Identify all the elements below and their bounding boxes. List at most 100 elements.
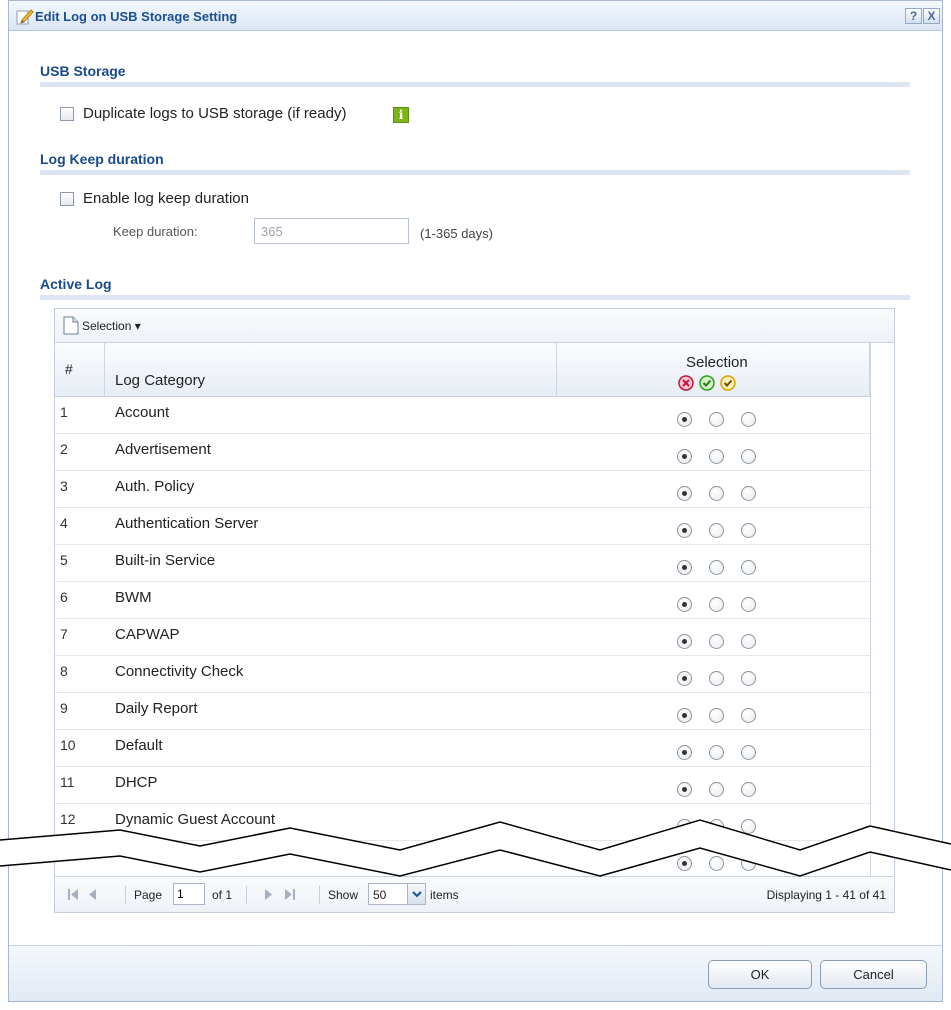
table-toolbar: Selection ▾: [55, 309, 894, 343]
table-row: 2 Advertisement: [55, 434, 870, 471]
log-keep-header: Log Keep duration: [40, 151, 164, 167]
keep-duration-input[interactable]: [254, 218, 409, 244]
enable-debug-log-radio[interactable]: [741, 523, 756, 538]
keep-duration-hint: (1-365 days): [420, 226, 493, 241]
pager-separator: [125, 886, 126, 904]
enable-normal-log-radio[interactable]: [709, 597, 724, 612]
page-size-value: 50: [373, 888, 387, 902]
enable-debug-log-radio[interactable]: [741, 856, 756, 871]
disable-log-radio[interactable]: [677, 856, 692, 871]
chevron-down-icon[interactable]: [407, 884, 425, 904]
active-log-header: Active Log: [40, 276, 112, 292]
enable-log-keep-label: Enable log keep duration: [83, 190, 249, 207]
column-separator: [556, 343, 557, 396]
displaying-count: Displaying 1 - 41 of 41: [766, 888, 886, 902]
enable-debug-log-radio[interactable]: [741, 486, 756, 501]
row-number: 3: [60, 478, 68, 494]
table-row: 5 Built-in Service: [55, 545, 870, 582]
disable-log-radio[interactable]: [677, 634, 692, 649]
table-row: 7 CAPWAP: [55, 619, 870, 656]
enable-log-keep-checkbox[interactable]: [60, 192, 74, 206]
enable-debug-log-radio[interactable]: [741, 634, 756, 649]
page-size-select[interactable]: 50: [368, 883, 426, 905]
column-separator: [104, 343, 105, 396]
next-page-icon[interactable]: [262, 888, 274, 901]
ok-button[interactable]: OK: [708, 960, 812, 989]
disable-log-radio[interactable]: [677, 560, 692, 575]
page-label: Page: [134, 888, 163, 902]
enable-normal-log-radio[interactable]: [709, 782, 724, 797]
disable-log-radio[interactable]: [677, 412, 692, 427]
enable-debug-log-radio[interactable]: [741, 782, 756, 797]
last-page-icon[interactable]: [284, 888, 296, 901]
enable-normal-log-icon[interactable]: [699, 375, 715, 391]
column-header-selection: Selection: [686, 354, 748, 371]
row-log-category: Default: [115, 737, 163, 754]
edit-pencil-icon: [16, 9, 34, 25]
enable-debug-log-radio[interactable]: [741, 671, 756, 686]
row-number: 7: [60, 626, 68, 642]
disable-log-radio[interactable]: [677, 449, 692, 464]
table-row: 12 Dynamic Guest Account: [55, 804, 870, 841]
info-icon[interactable]: i: [393, 107, 409, 123]
table-row-partial: [55, 841, 870, 878]
enable-debug-log-radio[interactable]: [741, 449, 756, 464]
enable-normal-log-radio[interactable]: [709, 745, 724, 760]
edit-log-usb-storage-dialog: Edit Log on USB Storage Setting ? X USB …: [8, 0, 943, 1002]
enable-normal-log-radio[interactable]: [709, 856, 724, 871]
disable-log-radio[interactable]: [677, 523, 692, 538]
row-log-category: Built-in Service: [115, 552, 216, 569]
active-log-table: Selection ▾ # Log Category Selection 1 A…: [54, 308, 895, 913]
row-log-category: Auth. Policy: [115, 478, 195, 495]
disable-log-icon[interactable]: [678, 375, 694, 391]
previous-page-icon[interactable]: [87, 888, 99, 901]
enable-debug-log-radio[interactable]: [741, 560, 756, 575]
row-log-category: Connectivity Check: [115, 663, 244, 680]
row-number: 8: [60, 663, 68, 679]
help-button[interactable]: ?: [905, 8, 922, 24]
pager-separator: [246, 886, 247, 904]
row-number: 1: [60, 404, 68, 420]
enable-debug-log-radio[interactable]: [741, 819, 756, 834]
table-body: 1 Account 2 Advertisement 3 Auth. Policy 4 A…: [55, 397, 870, 878]
enable-debug-log-icon[interactable]: [720, 375, 736, 391]
enable-normal-log-radio[interactable]: [709, 671, 724, 686]
enable-debug-log-radio[interactable]: [741, 597, 756, 612]
enable-debug-log-radio[interactable]: [741, 745, 756, 760]
column-header-number: #: [65, 361, 73, 377]
enable-debug-log-radio[interactable]: [741, 412, 756, 427]
row-log-category: CAPWAP: [115, 626, 180, 643]
table-row: 4 Authentication Server: [55, 508, 870, 545]
close-button[interactable]: X: [923, 8, 940, 24]
pager-separator: [319, 886, 320, 904]
disable-log-radio[interactable]: [677, 671, 692, 686]
enable-normal-log-radio[interactable]: [709, 449, 724, 464]
disable-log-radio[interactable]: [677, 708, 692, 723]
enable-normal-log-radio[interactable]: [709, 634, 724, 649]
column-header-log-category[interactable]: Log Category: [115, 372, 205, 389]
first-page-icon[interactable]: [67, 888, 79, 901]
page-number-input[interactable]: [173, 883, 205, 905]
disable-log-radio[interactable]: [677, 486, 692, 501]
disable-log-radio[interactable]: [677, 782, 692, 797]
row-log-category: Daily Report: [115, 700, 198, 717]
enable-normal-log-radio[interactable]: [709, 412, 724, 427]
enable-debug-log-radio[interactable]: [741, 708, 756, 723]
enable-normal-log-radio[interactable]: [709, 486, 724, 501]
enable-normal-log-radio[interactable]: [709, 819, 724, 834]
row-number: 10: [60, 737, 76, 753]
enable-normal-log-radio[interactable]: [709, 523, 724, 538]
row-number: 5: [60, 552, 68, 568]
row-number: 2: [60, 441, 68, 457]
row-log-category: DHCP: [115, 774, 158, 791]
cancel-button[interactable]: Cancel: [820, 960, 927, 989]
duplicate-logs-checkbox[interactable]: [60, 107, 74, 121]
enable-normal-log-radio[interactable]: [709, 708, 724, 723]
row-log-category: Advertisement: [115, 441, 211, 458]
enable-normal-log-radio[interactable]: [709, 560, 724, 575]
disable-log-radio[interactable]: [677, 745, 692, 760]
disable-log-radio[interactable]: [677, 597, 692, 612]
table-row: 3 Auth. Policy: [55, 471, 870, 508]
disable-log-radio[interactable]: [677, 819, 692, 834]
section-divider: [40, 170, 910, 175]
